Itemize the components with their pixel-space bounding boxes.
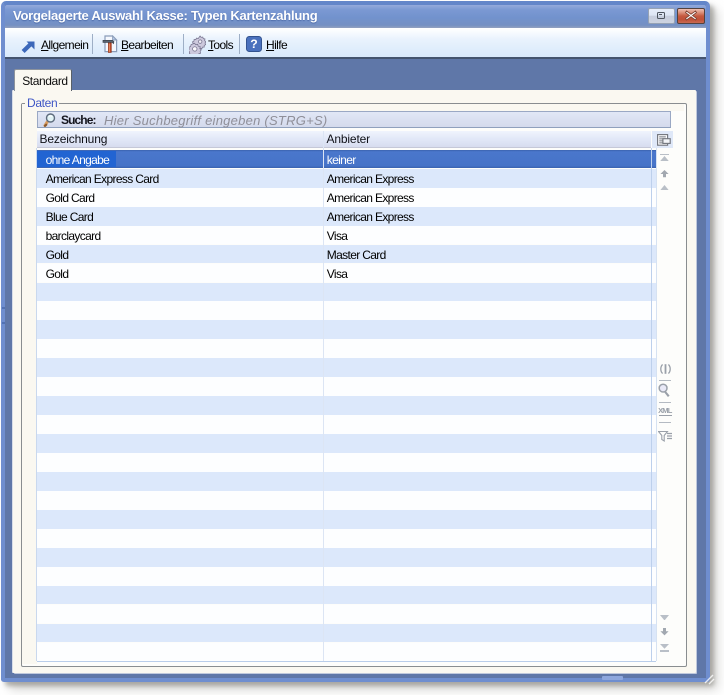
svg-text:?: ? (250, 37, 257, 51)
